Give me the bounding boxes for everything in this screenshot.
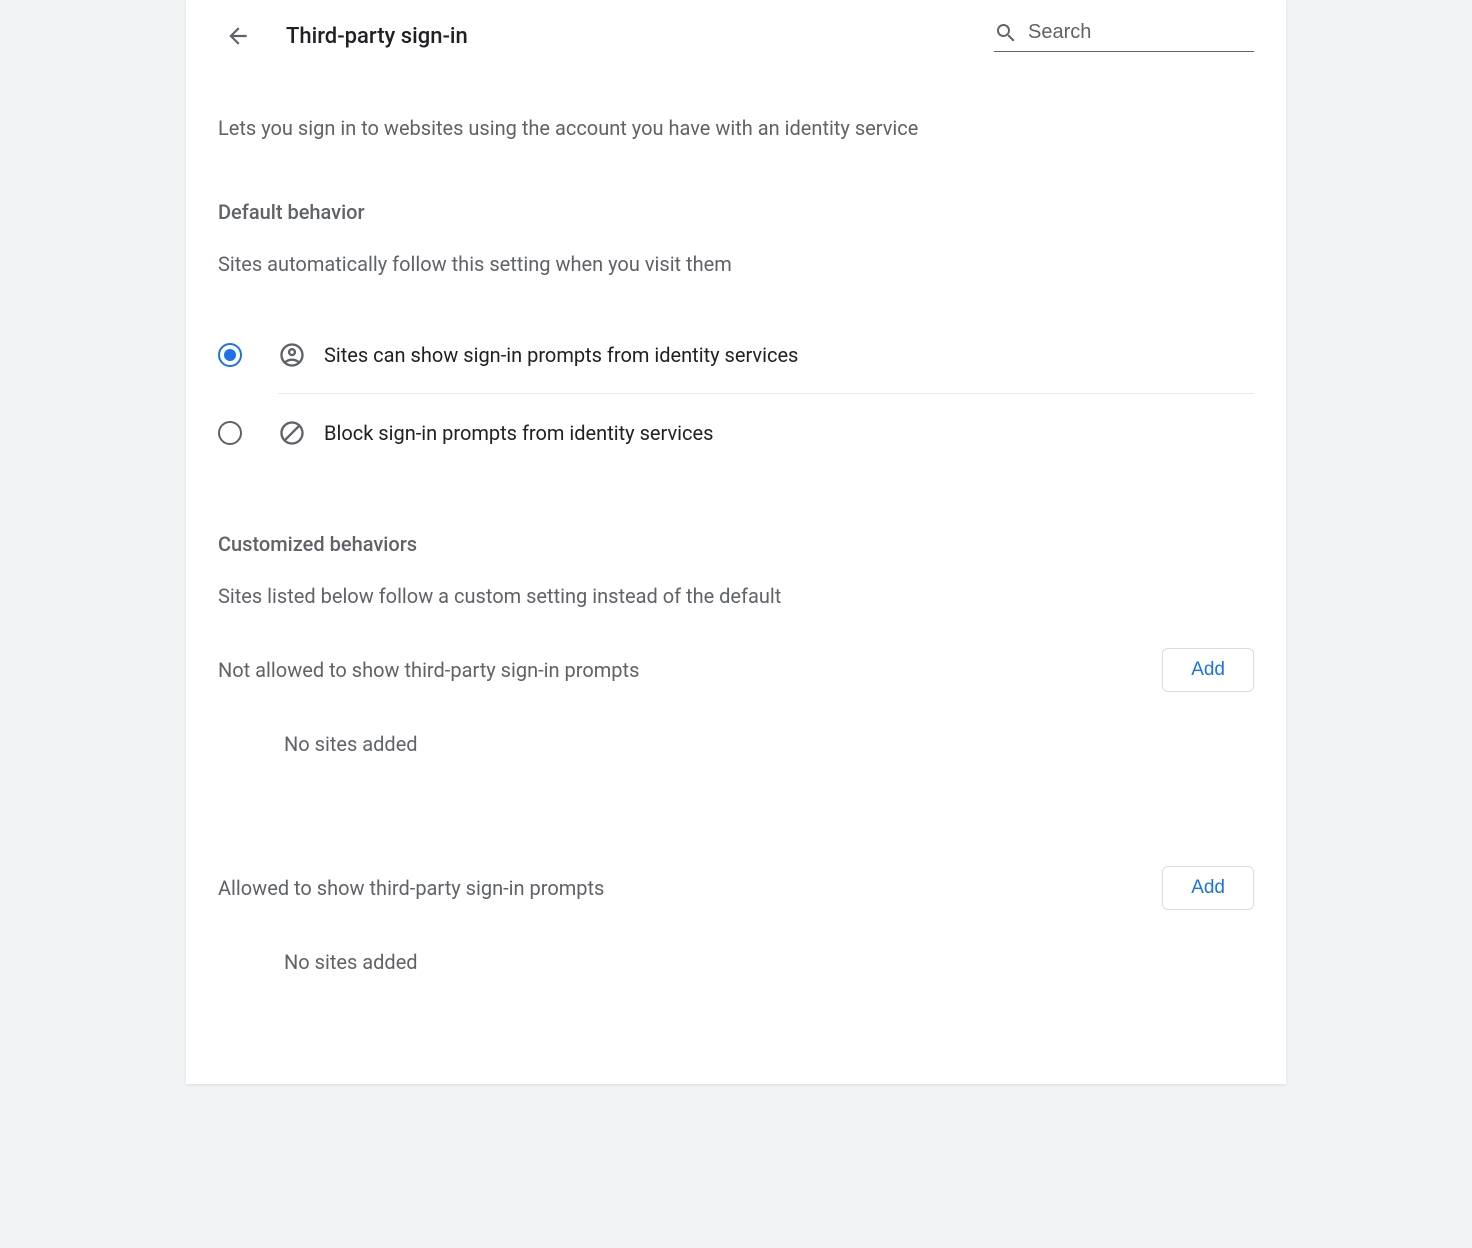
default-behavior-heading: Default behavior — [218, 200, 1254, 224]
add-not-allowed-button[interactable]: Add — [1162, 648, 1254, 692]
page-title: Third-party sign-in — [286, 24, 468, 49]
page-header: Third-party sign-in — [218, 16, 1254, 56]
allowed-empty: No sites added — [284, 950, 1254, 974]
radio-option-allow[interactable]: Sites can show sign-in prompts from iden… — [218, 316, 1254, 394]
spacer — [218, 806, 1254, 866]
search-container[interactable] — [994, 21, 1254, 52]
back-button[interactable] — [218, 16, 258, 56]
radio-content: Sites can show sign-in prompts from iden… — [278, 316, 1254, 394]
radio-label-allow: Sites can show sign-in prompts from iden… — [324, 343, 798, 367]
allowed-title: Allowed to show third-party sign-in prom… — [218, 876, 604, 900]
customized-heading: Customized behaviors — [218, 532, 1254, 556]
radio-content: Block sign-in prompts from identity serv… — [278, 394, 1254, 472]
not-allowed-section: Not allowed to show third-party sign-in … — [218, 648, 1254, 756]
account-circle-icon — [278, 341, 306, 369]
add-allowed-button[interactable]: Add — [1162, 866, 1254, 910]
radio-button-checked — [218, 343, 242, 367]
allowed-header: Allowed to show third-party sign-in prom… — [218, 866, 1254, 910]
customized-behaviors-section: Customized behaviors Sites listed below … — [218, 532, 1254, 974]
radio-button-unchecked — [218, 421, 242, 445]
default-behavior-subtext: Sites automatically follow this setting … — [218, 252, 1254, 276]
not-allowed-title: Not allowed to show third-party sign-in … — [218, 658, 639, 682]
radio-label-block: Block sign-in prompts from identity serv… — [324, 421, 713, 445]
header-left: Third-party sign-in — [218, 16, 468, 56]
radio-group: Sites can show sign-in prompts from iden… — [218, 316, 1254, 472]
customized-subtext: Sites listed below follow a custom setti… — [218, 584, 1254, 608]
not-allowed-empty: No sites added — [284, 732, 1254, 756]
allowed-section: Allowed to show third-party sign-in prom… — [218, 866, 1254, 974]
spacer — [218, 472, 1254, 532]
page-description: Lets you sign in to websites using the a… — [218, 116, 1254, 140]
block-icon — [278, 419, 306, 447]
radio-option-block[interactable]: Block sign-in prompts from identity serv… — [218, 394, 1254, 472]
search-input[interactable] — [1028, 21, 1254, 44]
back-arrow-icon — [225, 23, 251, 49]
radio-inner-dot — [224, 349, 236, 361]
settings-page: Third-party sign-in Lets you sign in to … — [186, 0, 1286, 1084]
search-icon — [994, 21, 1018, 45]
default-behavior-section: Default behavior Sites automatically fol… — [218, 200, 1254, 472]
not-allowed-header: Not allowed to show third-party sign-in … — [218, 648, 1254, 692]
